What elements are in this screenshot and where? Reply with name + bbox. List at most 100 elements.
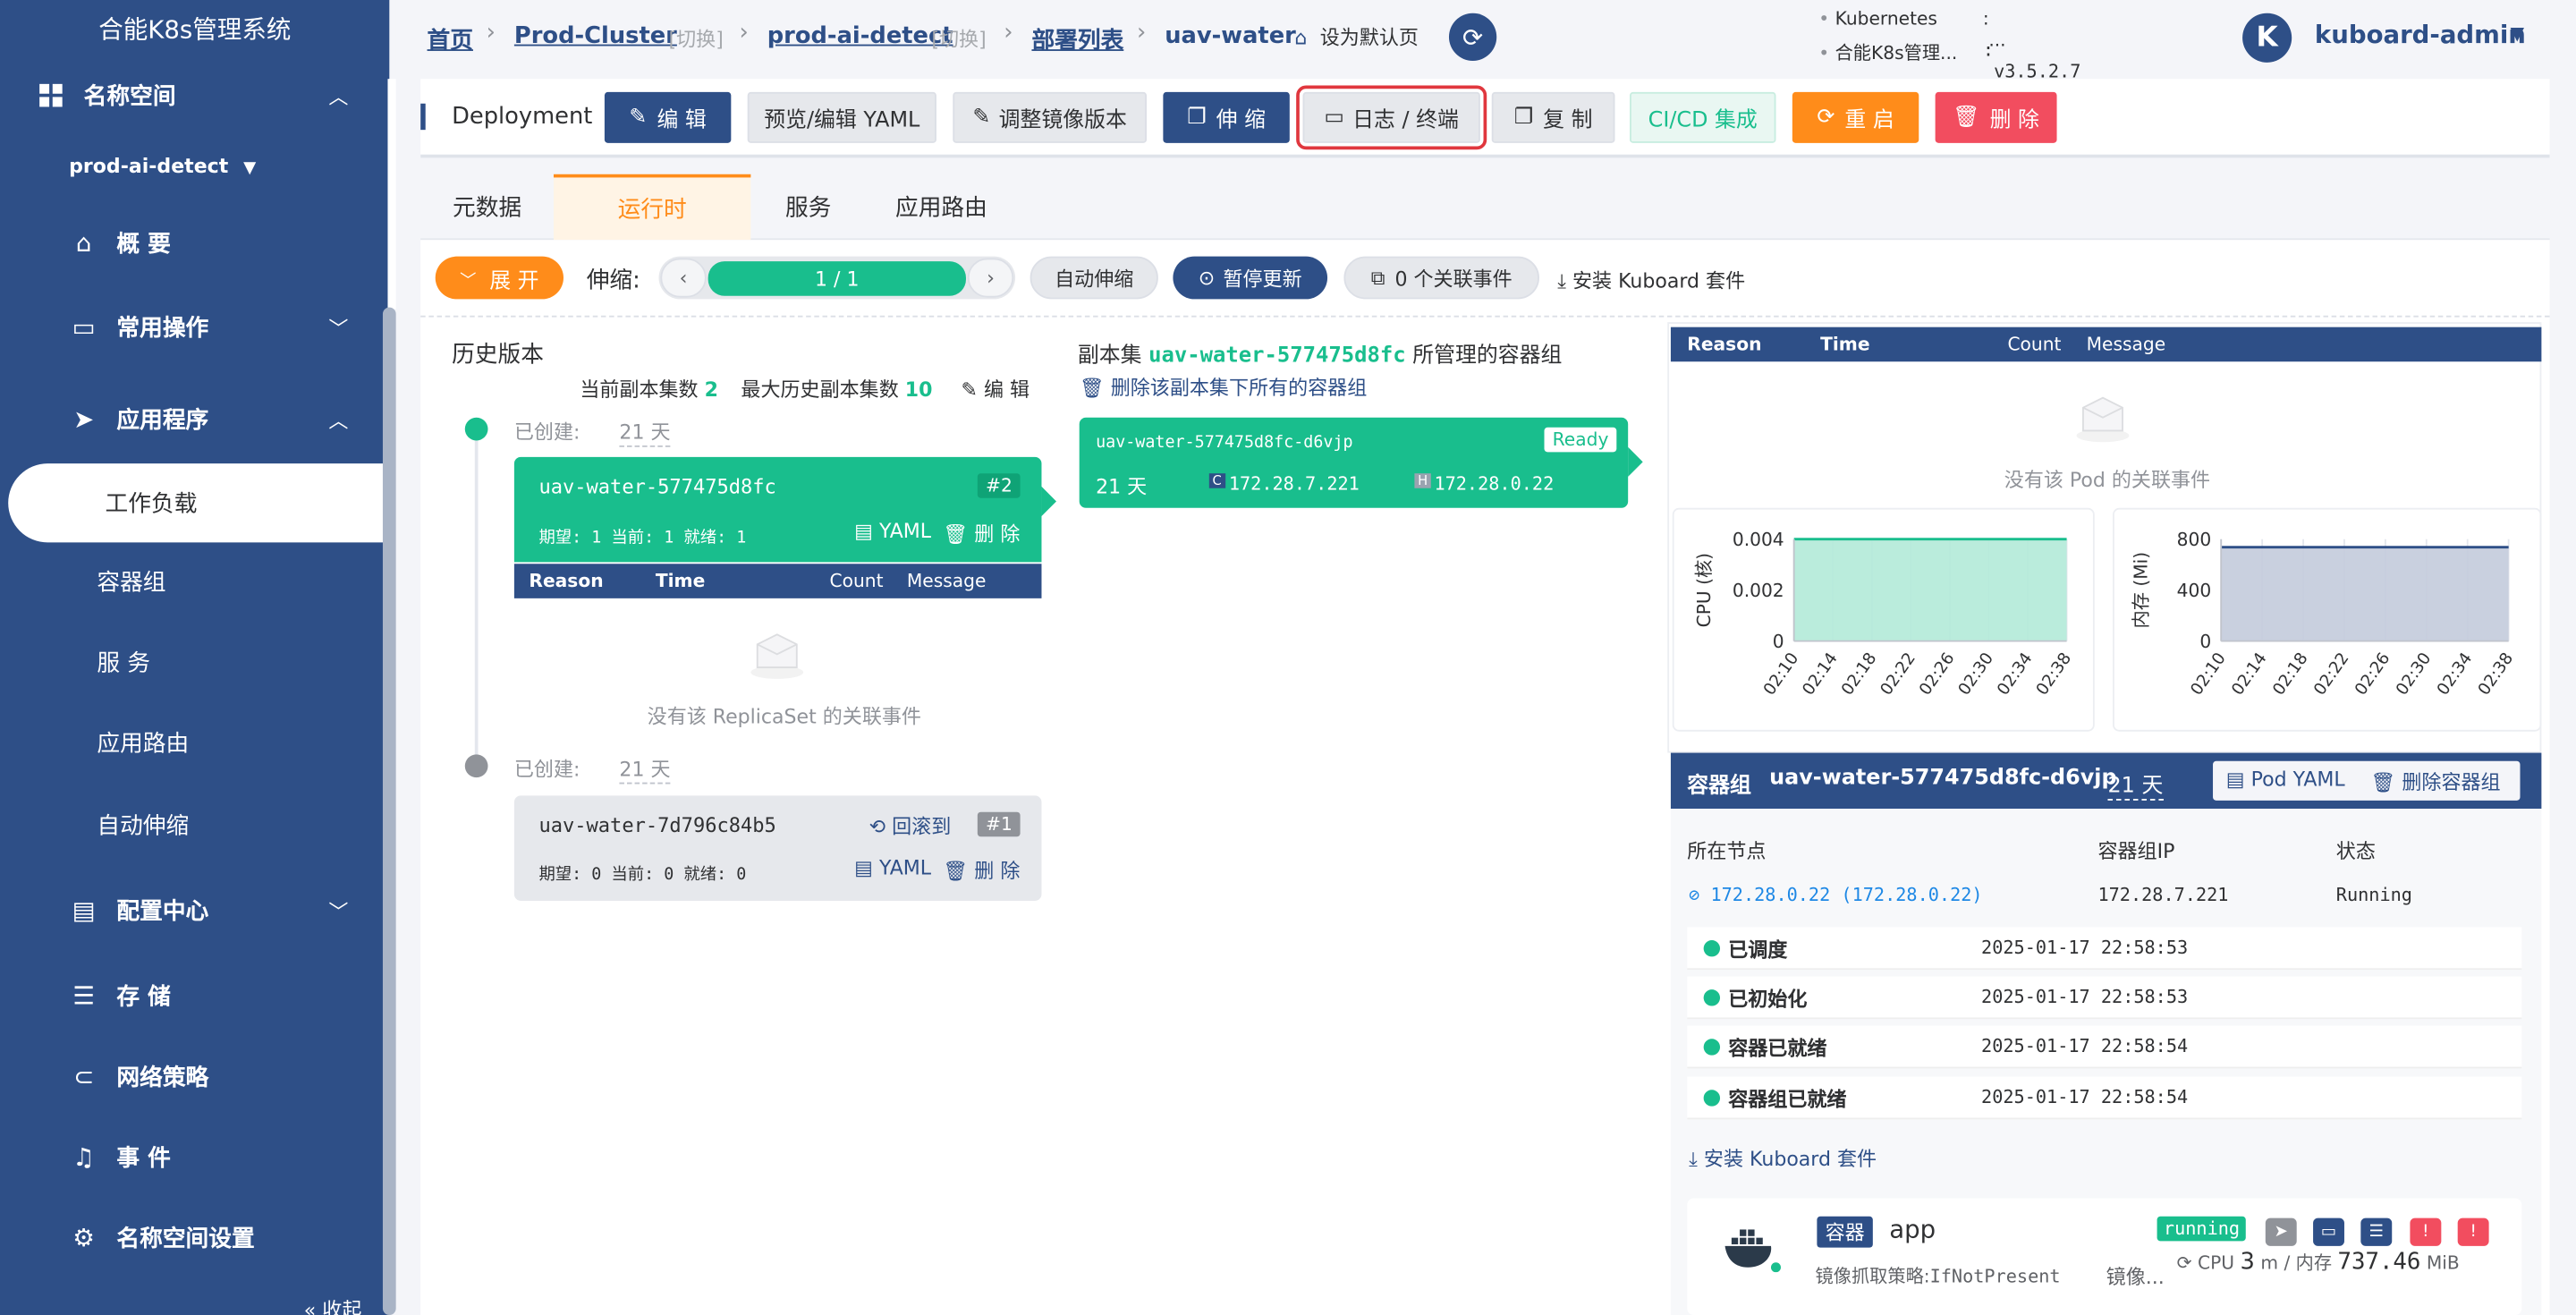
breadcrumb-switch-namespace[interactable]: [切换]: [931, 25, 986, 53]
tab-metadata[interactable]: 元数据: [420, 174, 554, 241]
restart-button[interactable]: ⟳ 重 启: [1792, 91, 1919, 143]
scale-button[interactable]: ❐ 伸 缩: [1163, 91, 1290, 143]
logs-terminal-button[interactable]: ▭ 日志 / 终端: [1296, 85, 1487, 150]
autoscale-button[interactable]: 自动伸缩: [1030, 256, 1158, 300]
expand-button[interactable]: ﹀ 展 开: [435, 256, 564, 300]
send-icon[interactable]: ➤: [2265, 1217, 2297, 1246]
pause-update-button[interactable]: ⊙ 暂停更新: [1173, 256, 1328, 300]
tab-service[interactable]: 服务: [750, 174, 866, 241]
condition-row: 已调度 2025-01-17 22:58:53: [1687, 927, 2522, 971]
edit-icon: ✎: [961, 378, 978, 402]
rs-events-header: Reason Time Count Message: [513, 564, 1042, 598]
rs1-delete-link[interactable]: 🗑 删 除: [943, 520, 1020, 547]
sidebar-item-label: 应用程序: [116, 407, 209, 435]
condition-row: 已初始化 2025-01-17 22:58:53: [1687, 976, 2522, 1020]
sidebar-item-netpolicy[interactable]: ⊂ 网络策略: [0, 1040, 389, 1113]
delete-pod-button[interactable]: 🗑 删除容器组: [2370, 768, 2500, 795]
pod-card-host: 172.28.0.22: [1434, 473, 1555, 496]
chevron-down-icon: ﹀: [328, 900, 349, 923]
sidebar-item-ns-settings[interactable]: ⚙ 名称空间设置: [0, 1201, 389, 1274]
x-tick-label: 02:30: [1955, 649, 1998, 699]
rollback-link[interactable]: ⟲ 回滚到: [869, 812, 952, 840]
namespace-section[interactable]: 名称空间 ︿: [0, 59, 389, 132]
rs2-name: uav-water-7d796c84b5: [538, 813, 776, 837]
delete-pod-label: 删除容器组: [2402, 770, 2501, 794]
cicd-button[interactable]: CI/CD 集成: [1630, 91, 1776, 143]
sidebar-item-ingress[interactable]: 应用路由: [0, 710, 389, 776]
sidebar-item-storage[interactable]: ☰ 存 储: [0, 960, 389, 1032]
pod-install-kuboard-link[interactable]: ⤓ 安装 Kuboard 套件: [1689, 1144, 1877, 1172]
history-summary: 当前副本集数 2 最大历史副本集数 10: [580, 375, 932, 403]
timeline-line: [474, 428, 479, 768]
condition-name: 容器组已就绪: [1728, 1088, 1847, 1112]
alert-icon[interactable]: !: [2410, 1217, 2442, 1246]
tab-route[interactable]: 应用路由: [866, 174, 1017, 241]
avatar[interactable]: K: [2242, 13, 2292, 63]
rs1-yaml-link[interactable]: ▤ YAML: [854, 520, 931, 543]
breadcrumb-namespace[interactable]: prod-ai-detect: [767, 23, 953, 49]
col-reason: Reason: [529, 570, 604, 592]
sidebar-item-overview[interactable]: ⌂ 概 要: [0, 208, 389, 280]
sidebar-item-workloads[interactable]: 工作负载: [0, 471, 389, 537]
breadcrumb-home[interactable]: 首页: [428, 23, 473, 56]
edit-button[interactable]: ✎ 编 辑: [604, 91, 732, 143]
sidebar-item-services[interactable]: 服 务: [0, 630, 389, 696]
node-link[interactable]: ⊘ 172.28.0.22 (172.28.0.22): [1689, 885, 1982, 906]
increment-button[interactable]: ›: [967, 258, 1014, 298]
x-tick-label: 02:14: [1799, 649, 1842, 699]
folder-icon[interactable]: ▭: [2313, 1217, 2344, 1246]
version-info: • Kubernetes: ... • 合能K8s管理...: v3.5.2.7: [1818, 8, 2081, 82]
refresh-button[interactable]: ⟳: [1448, 13, 1497, 61]
scale-label: 伸缩:: [586, 267, 640, 294]
replicaset-card-active[interactable]: uav-water-577475d8fc #2 期望: 1 当前: 1 就绪: …: [513, 456, 1042, 563]
sidebar-item-apps[interactable]: ➤ 应用程序 ︿: [0, 383, 389, 455]
x-tick-label: 02:10: [1760, 649, 1803, 699]
history-edit-link[interactable]: ✎ 编 辑: [961, 375, 1030, 403]
x-tick-label: 02:34: [2434, 649, 2477, 699]
delete-label: 删 除: [1989, 108, 2039, 133]
pod-yaml-label: Pod YAML: [2250, 768, 2345, 791]
database-icon[interactable]: ☰: [2360, 1217, 2393, 1246]
replicaset-card[interactable]: uav-water-7d796c84b5 ⟲ 回滚到 #1 期望: 0 当前: …: [513, 795, 1042, 901]
pod-panel-actions: ▤ Pod YAML 🗑 删除容器组: [2213, 760, 2521, 801]
breadcrumb-cluster[interactable]: Prod-Cluster: [514, 23, 677, 49]
namespace-selector[interactable]: prod-ai-detect ▼: [69, 155, 256, 178]
install-kuboard-label: 安装 Kuboard 套件: [1572, 269, 1746, 293]
decrement-button[interactable]: ‹: [660, 258, 707, 298]
rs2-delete-link[interactable]: 🗑 删 除: [943, 856, 1020, 884]
pod-card-name: uav-water-577475d8fc-d6vjp: [1096, 434, 1353, 453]
sidebar-item-config[interactable]: ▤ 配置中心 ﹀: [0, 875, 389, 947]
col-count: Count: [829, 570, 884, 592]
sidebar-scrollbar[interactable]: [382, 307, 396, 1315]
set-default-link[interactable]: ⌂ 设为默认页: [1294, 23, 1419, 51]
tab-runtime[interactable]: 运行时: [553, 174, 751, 241]
delete-button[interactable]: 🗑 删 除: [1935, 91, 2057, 143]
cpu-unit: m: [2260, 1252, 2279, 1275]
rs1-revision-badge: #2: [977, 473, 1021, 498]
sidebar-item-events[interactable]: ♫ 事 件: [0, 1121, 389, 1193]
rs2-delete-label: 删 除: [974, 860, 1021, 883]
sidebar-item-pods[interactable]: 容器组: [0, 549, 389, 615]
pod-card[interactable]: uav-water-577475d8fc-d6vjp Ready 21 天 C …: [1079, 417, 1629, 508]
install-kuboard-link[interactable]: ⤓ 安装 Kuboard 套件: [1557, 267, 1745, 294]
related-events-button[interactable]: ⧉ 0 个关联事件: [1343, 256, 1539, 300]
image-version-button[interactable]: ✎ 调整镜像版本: [953, 91, 1148, 143]
sidebar-item-autoscale[interactable]: 自动伸缩: [0, 793, 389, 859]
caret-down-icon[interactable]: ▼: [2510, 23, 2524, 45]
condition-name: 容器已就绪: [1728, 1037, 1827, 1061]
copy-button[interactable]: ❐ 复 制: [1491, 91, 1615, 143]
user-name[interactable]: kuboard-admin: [2315, 20, 2526, 49]
pod-yaml-button[interactable]: ▤ Pod YAML: [2226, 768, 2345, 791]
breadcrumb-switch-cluster[interactable]: [切换]: [669, 25, 724, 53]
sidebar-collapse[interactable]: « 收起: [304, 1295, 362, 1315]
caret-down-icon: ▼: [243, 159, 257, 178]
yaml-button[interactable]: 预览/编辑 YAML: [747, 91, 936, 143]
delete-all-pods-link[interactable]: 🗑 删除该副本集下所有的容器组: [1080, 373, 1368, 401]
monitor-icon: ▭: [1324, 105, 1344, 131]
send-icon: ➤: [73, 404, 95, 435]
rs2-yaml-link[interactable]: ▤ YAML: [854, 856, 931, 879]
alert-icon[interactable]: !: [2457, 1217, 2489, 1246]
breadcrumb-deploy-list[interactable]: 部署列表: [1031, 23, 1123, 56]
sidebar-item-common-ops[interactable]: ▭ 常用操作 ﹀: [0, 291, 389, 363]
history-title: 历史版本: [452, 342, 544, 369]
